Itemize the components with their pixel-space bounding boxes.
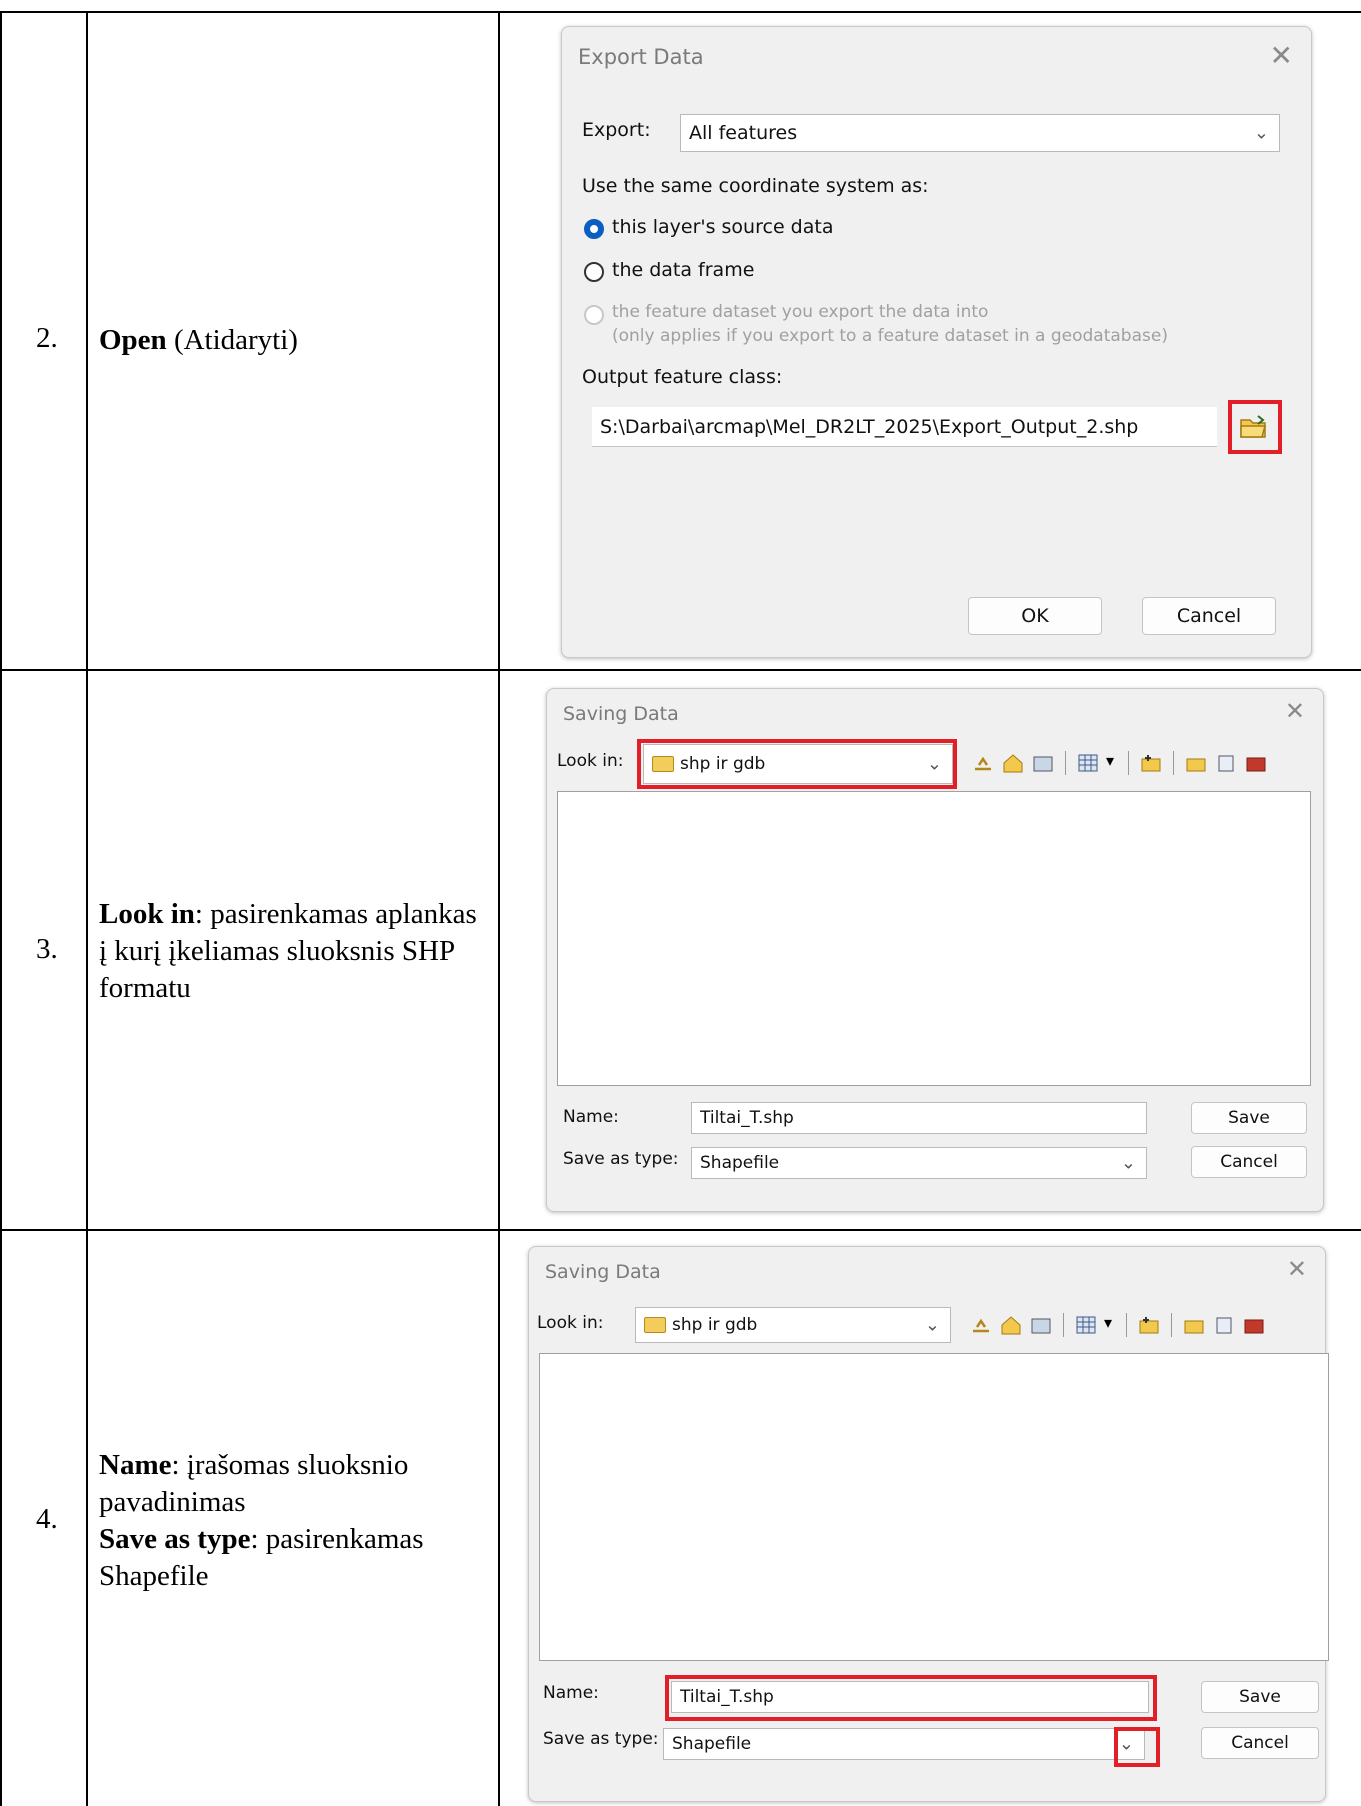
close-icon[interactable]: ✕: [1285, 697, 1305, 725]
save-as-type-value: Shapefile: [700, 1153, 780, 1173]
file-list[interactable]: [557, 791, 1311, 1086]
look-in-select[interactable]: shp ir gdb ⌄: [635, 1307, 951, 1343]
look-in-label: Look in:: [557, 751, 624, 771]
step-number: 2.: [36, 322, 58, 354]
radio-source-data-label: this layer's source data: [612, 216, 834, 238]
name-input[interactable]: Tiltai_T.shp: [691, 1102, 1147, 1134]
step-description: Open (Atidaryti): [99, 322, 479, 359]
dialog-title: Export Data: [578, 45, 704, 69]
folder-icon[interactable]: [1184, 751, 1208, 775]
look-in-value: shp ir gdb: [672, 1315, 758, 1335]
highlight-box: [665, 1675, 1157, 1721]
step-text: (Atidaryti): [166, 324, 298, 356]
output-label: Output feature class:: [582, 366, 783, 388]
dialog-title: Saving Data: [545, 1261, 661, 1283]
save-button[interactable]: Save: [1201, 1681, 1319, 1713]
toolbox-icon[interactable]: [1242, 1313, 1266, 1337]
step-keyword: Look in: [99, 898, 195, 930]
name-label: Name:: [543, 1683, 599, 1703]
chevron-down-icon: ⌄: [924, 1314, 940, 1336]
radio-feature-dataset-label: the feature dataset you export the data …: [612, 302, 989, 322]
ok-button[interactable]: OK: [968, 597, 1102, 635]
saving-data-dialog: Saving Data ✕ Look in: shp ir gdb ⌄ ▾ Na…: [546, 688, 1324, 1212]
table-border-left: [0, 12, 2, 1806]
export-select[interactable]: All features ⌄: [680, 114, 1280, 152]
radio-feature-dataset[interactable]: [584, 305, 604, 325]
cancel-button[interactable]: Cancel: [1201, 1727, 1319, 1759]
folder-icon: [644, 1317, 666, 1333]
connect-folder-icon[interactable]: [1031, 751, 1055, 775]
up-folder-icon[interactable]: [971, 751, 995, 775]
dialog-title: Saving Data: [563, 703, 679, 725]
step-number: 4.: [36, 1503, 58, 1535]
database-icon[interactable]: [1214, 751, 1238, 775]
coord-system-label: Use the same coordinate system as:: [582, 175, 929, 197]
up-folder-icon[interactable]: [969, 1313, 993, 1337]
toolbox-icon[interactable]: [1244, 751, 1268, 775]
highlight-box: [1228, 400, 1282, 454]
save-as-type-select[interactable]: Shapefile ⌄: [691, 1147, 1147, 1179]
toolbar: ▾: [969, 1313, 1266, 1337]
close-icon[interactable]: ✕: [1287, 1255, 1307, 1283]
chevron-down-icon[interactable]: ▾: [1106, 751, 1118, 775]
highlight-box: [637, 739, 957, 789]
saving-data-dialog: Saving Data ✕ Look in: shp ir gdb ⌄ ▾ Na…: [528, 1246, 1329, 1802]
table-border-top: [0, 11, 1361, 13]
export-select-value: All features: [689, 122, 798, 144]
folder-icon[interactable]: [1182, 1313, 1206, 1337]
home-icon[interactable]: [999, 1313, 1023, 1337]
cancel-button[interactable]: Cancel: [1142, 597, 1276, 635]
close-icon[interactable]: ✕: [1270, 39, 1293, 72]
look-in-label: Look in:: [537, 1313, 604, 1333]
file-list[interactable]: [539, 1353, 1329, 1661]
step-description: Name: įrašomas sluoksnio pavadinimas Sav…: [99, 1447, 479, 1595]
view-list-icon[interactable]: [1074, 1313, 1098, 1337]
database-icon[interactable]: [1212, 1313, 1236, 1337]
radio-data-frame[interactable]: [584, 262, 604, 282]
chevron-down-icon: ⌄: [1253, 122, 1269, 144]
step-description: Look in: pasirenkamas aplankas į kurį įk…: [99, 896, 479, 1007]
save-as-type-label: Save as type:: [543, 1729, 659, 1749]
chevron-down-icon: ⌄: [1120, 1152, 1136, 1174]
chevron-down-icon[interactable]: ▾: [1104, 1313, 1116, 1337]
new-folder-icon[interactable]: [1137, 1313, 1161, 1337]
output-path-input[interactable]: S:\Darbai\arcmap\Mel_DR2LT_2025\Export_O…: [592, 407, 1217, 447]
col-divider: [86, 12, 88, 1806]
export-label: Export:: [582, 119, 651, 141]
home-icon[interactable]: [1001, 751, 1025, 775]
step-number: 3.: [36, 933, 58, 965]
radio-source-data[interactable]: [584, 219, 604, 239]
new-folder-icon[interactable]: [1139, 751, 1163, 775]
row-divider: [0, 1229, 1361, 1231]
toolbar: ▾: [971, 751, 1268, 775]
save-as-type-label: Save as type:: [563, 1149, 679, 1169]
radio-data-frame-label: the data frame: [612, 259, 755, 281]
view-list-icon[interactable]: [1076, 751, 1100, 775]
highlight-box: [1114, 1727, 1160, 1767]
step-keyword: Open: [99, 324, 167, 356]
save-button[interactable]: Save: [1191, 1102, 1307, 1134]
step-keyword: Save as type: [99, 1523, 251, 1555]
save-as-type-select[interactable]: Shapefile ⌄: [663, 1728, 1145, 1760]
row-divider: [0, 669, 1361, 671]
name-label: Name:: [563, 1107, 619, 1127]
step-keyword: Name: [99, 1449, 172, 1481]
save-as-type-value: Shapefile: [672, 1734, 752, 1754]
col-divider: [498, 12, 500, 1806]
export-data-dialog: Export Data ✕ Export: All features ⌄ Use…: [561, 26, 1312, 658]
cancel-button[interactable]: Cancel: [1191, 1146, 1307, 1178]
radio-feature-dataset-note: (only applies if you export to a feature…: [612, 326, 1168, 346]
connect-folder-icon[interactable]: [1029, 1313, 1053, 1337]
